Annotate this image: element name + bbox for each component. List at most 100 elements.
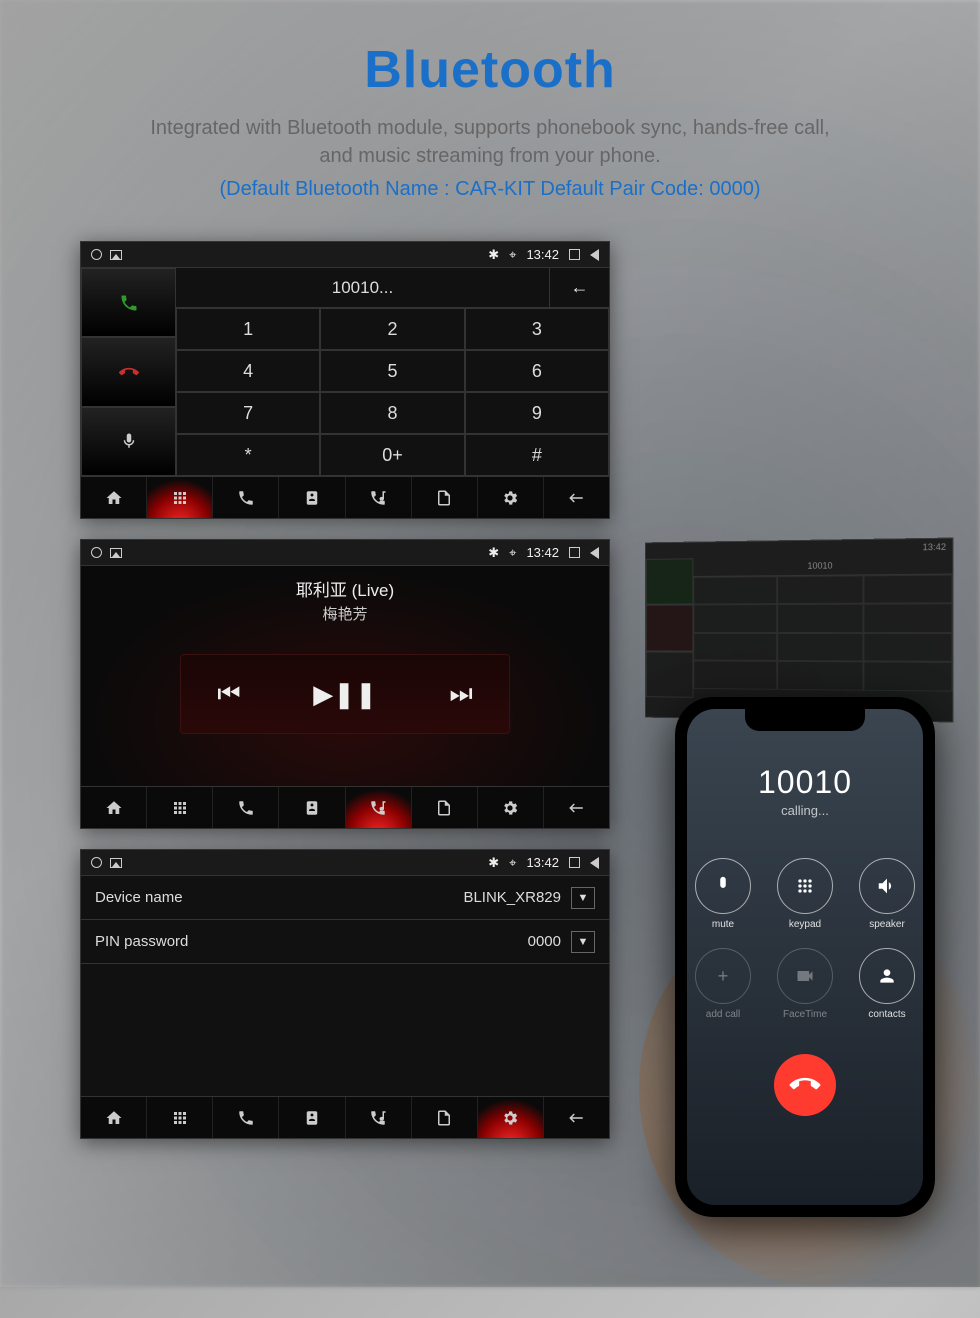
dropdown-icon[interactable]: ▼ (571, 887, 595, 909)
nav-recent-icon[interactable] (569, 857, 580, 868)
music-panel: ✱ ⌖ 13:42 耶利亚 (Live) 梅艳芳 ⏮ ▶❚❚ ⏭ (80, 539, 610, 829)
keypad-button[interactable] (777, 858, 833, 914)
status-picture-icon (110, 858, 122, 868)
nav-settings-button[interactable] (478, 787, 544, 828)
nav-history-button[interactable] (412, 787, 478, 828)
nav-music-button[interactable] (346, 1097, 412, 1138)
nav-history-button[interactable] (412, 1097, 478, 1138)
pin-row[interactable]: PIN password 0000 ▼ (81, 920, 609, 964)
location-icon: ⌖ (509, 855, 516, 871)
play-pause-button[interactable]: ▶❚❚ (313, 679, 377, 710)
key-hash[interactable]: # (465, 434, 609, 476)
key-5[interactable]: 5 (320, 350, 464, 392)
key-2[interactable]: 2 (320, 308, 464, 350)
nav-settings-button[interactable] (478, 477, 544, 518)
key-4[interactable]: 4 (176, 350, 320, 392)
status-bar: ✱ ⌖ 13:42 (81, 850, 609, 876)
mic-button[interactable] (81, 407, 176, 476)
device-name-value: BLINK_XR829 (463, 889, 561, 906)
mute-button[interactable] (695, 858, 751, 914)
calling-status: calling... (781, 803, 829, 818)
location-icon: ⌖ (509, 545, 516, 561)
facetime-button[interactable] (777, 948, 833, 1004)
key-1[interactable]: 1 (176, 308, 320, 350)
key-3[interactable]: 3 (465, 308, 609, 350)
pin-value: 0000 (528, 933, 561, 950)
device-name-label: Device name (95, 889, 463, 906)
status-time: 13:42 (526, 855, 559, 870)
key-9[interactable]: 9 (465, 392, 609, 434)
bluetooth-icon: ✱ (488, 247, 499, 263)
key-6[interactable]: 6 (465, 350, 609, 392)
key-star[interactable]: * (176, 434, 320, 476)
speaker-button[interactable] (859, 858, 915, 914)
contacts-button[interactable] (859, 948, 915, 1004)
nav-settings-button[interactable] (478, 1097, 544, 1138)
bottom-nav (81, 476, 609, 518)
status-time: 13:42 (526, 545, 559, 560)
key-0[interactable]: 0+ (320, 434, 464, 476)
status-picture-icon (110, 548, 122, 558)
nav-home-button[interactable] (81, 787, 147, 828)
key-7[interactable]: 7 (176, 392, 320, 434)
end-call-button[interactable] (774, 1054, 836, 1116)
status-picture-icon (110, 250, 122, 260)
nav-back-button[interactable] (544, 477, 609, 518)
key-8[interactable]: 8 (320, 392, 464, 434)
nav-phonebook-button[interactable] (279, 477, 345, 518)
status-circle-icon (91, 857, 102, 868)
device-name-row[interactable]: Device name BLINK_XR829 ▼ (81, 876, 609, 920)
bluetooth-icon: ✱ (488, 855, 499, 871)
nav-history-button[interactable] (412, 477, 478, 518)
nav-contacts-button[interactable] (213, 787, 279, 828)
nav-dialer-button[interactable] (147, 1097, 213, 1138)
backspace-button[interactable]: ← (549, 268, 609, 307)
nav-home-button[interactable] (81, 477, 147, 518)
nav-music-button[interactable] (346, 787, 412, 828)
bottom-nav (81, 786, 609, 828)
nav-recent-icon[interactable] (569, 249, 580, 260)
hero-header: Bluetooth Integrated with Bluetooth modu… (0, 0, 980, 201)
music-controls: ⏮ ▶❚❚ ⏭ (180, 654, 510, 734)
status-circle-icon (91, 547, 102, 558)
dial-display: 10010... (176, 278, 549, 298)
prev-button[interactable]: ⏮ (217, 678, 240, 710)
bluetooth-icon: ✱ (488, 545, 499, 561)
status-bar: ✱ ⌖ 13:42 (81, 242, 609, 268)
calling-number: 10010 (758, 764, 852, 801)
nav-recent-icon[interactable] (569, 547, 580, 558)
pin-label: PIN password (95, 933, 528, 950)
phone-mockup: 10010 calling... mute keypad speaker (675, 697, 935, 1217)
status-circle-icon (91, 249, 102, 260)
keypad: 1 2 3 4 5 6 7 8 9 * 0+ # (176, 308, 609, 476)
nav-home-button[interactable] (81, 1097, 147, 1138)
nav-contacts-button[interactable] (213, 477, 279, 518)
dialer-panel: ✱ ⌖ 13:42 10010... (80, 241, 610, 519)
page-title: Bluetooth (0, 40, 980, 100)
phone-notch (745, 709, 865, 731)
call-button[interactable] (81, 268, 176, 337)
nav-back-button[interactable] (544, 787, 609, 828)
nav-dialer-button[interactable] (147, 787, 213, 828)
dropdown-icon[interactable]: ▼ (571, 931, 595, 953)
nav-back-button[interactable] (544, 1097, 609, 1138)
end-call-button[interactable] (81, 337, 176, 406)
nav-dialer-button[interactable] (147, 477, 213, 518)
nav-back-icon[interactable] (590, 547, 599, 559)
nav-phonebook-button[interactable] (279, 787, 345, 828)
nav-phonebook-button[interactable] (279, 1097, 345, 1138)
status-time: 13:42 (526, 247, 559, 262)
hero-subtitle: Integrated with Bluetooth module, suppor… (0, 114, 980, 170)
add-call-button[interactable]: + (695, 948, 751, 1004)
nav-music-button[interactable] (346, 477, 412, 518)
next-button[interactable]: ⏭ (449, 678, 472, 710)
dashboard-screen-bg: 13:42 10010 (645, 538, 954, 723)
status-bar: ✱ ⌖ 13:42 (81, 540, 609, 566)
track-artist: 梅艳芳 (322, 603, 367, 624)
nav-back-icon[interactable] (590, 249, 599, 261)
settings-panel: ✱ ⌖ 13:42 Device name BLINK_XR829 ▼ PIN … (80, 849, 610, 1139)
nav-back-icon[interactable] (590, 857, 599, 869)
bottom-nav (81, 1096, 609, 1138)
track-title: 耶利亚 (Live) (296, 576, 394, 601)
nav-contacts-button[interactable] (213, 1097, 279, 1138)
